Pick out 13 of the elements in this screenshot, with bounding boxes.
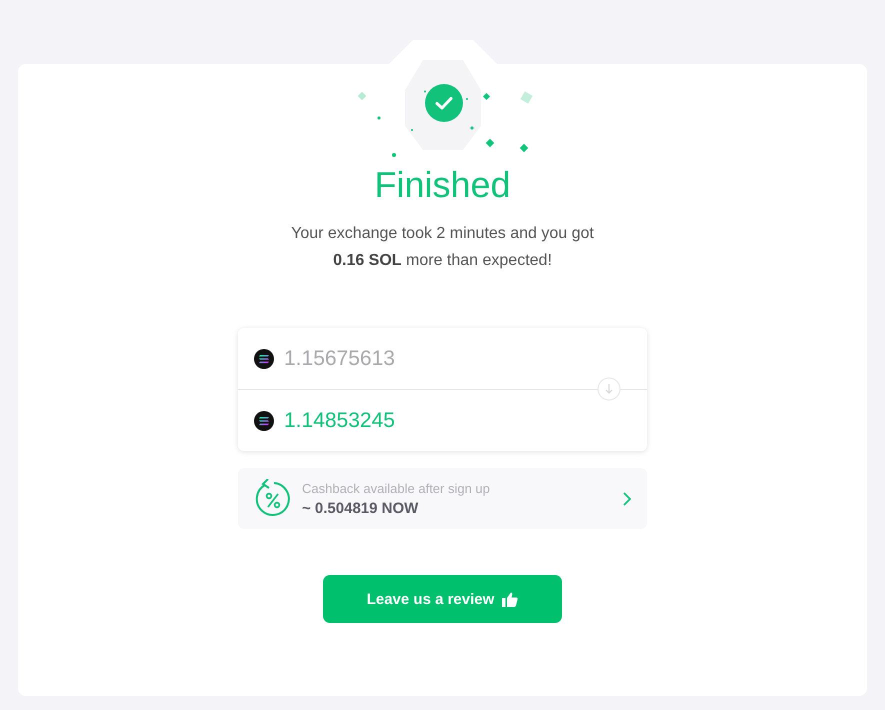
cashback-value: ~ 0.504819 NOW: [302, 500, 420, 516]
amount-value: 1.14853245: [284, 408, 395, 432]
check-icon: [424, 84, 462, 122]
status-title: Finished: [374, 164, 511, 206]
cashback-panel[interactable]: Cashback available after sign up ~ 0.504819 NOW: [238, 468, 647, 529]
status-message: Your exchange took 2 minutes and you got 0.16 SOL more than expected!: [291, 224, 594, 271]
cashback-label: Cashback available after sign up: [302, 480, 491, 496]
percent-cycle-icon: [254, 478, 292, 518]
amount-value: 1.15675613: [284, 346, 395, 370]
coin-icon: [254, 410, 274, 430]
chevron-right-icon: [623, 492, 631, 506]
coin-icon: [254, 348, 274, 368]
thumbs-up-icon: [502, 592, 518, 606]
